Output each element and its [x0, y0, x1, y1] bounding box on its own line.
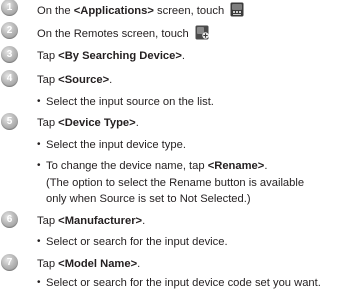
add-remote-icon — [195, 25, 209, 40]
step-text: Tap <Source>. — [37, 74, 113, 86]
bullet-dot: • — [37, 139, 41, 150]
step-number-badge: 6 — [1, 211, 18, 228]
remote-app-icon — [230, 2, 244, 17]
bullet-text: To change the device name, tap <Rename>. — [46, 160, 268, 172]
step-text: Tap <Manufacturer>. — [37, 215, 146, 227]
step-number-badge: 4 — [1, 70, 18, 87]
bullet-text: Select or search for the input device. — [46, 236, 228, 248]
step-number-badge: 5 — [1, 113, 18, 130]
bullet-text: Select the input source on the list. — [46, 96, 214, 108]
step-number-badge: 2 — [1, 22, 18, 39]
bullet-dot: • — [37, 96, 41, 107]
step-number-badge: 7 — [1, 254, 18, 271]
step-text: Tap <Model Name>. — [37, 258, 141, 270]
step-number-badge: 3 — [1, 46, 18, 63]
step-text: On the Remotes screen, touch — [37, 25, 209, 41]
note-text: (The option to select the Rename button … — [46, 177, 305, 189]
step-text: On the <Applications> screen, touch — [37, 2, 244, 18]
step-text: Tap <By Searching Device>. — [37, 50, 186, 62]
bullet-dot: • — [37, 236, 41, 247]
note-text: only when Source is set to Not Selected.… — [46, 193, 251, 205]
step-number-badge: 1 — [1, 0, 18, 16]
bullet-text: Select the input device type. — [46, 139, 186, 151]
bullet-dot: • — [37, 160, 41, 171]
step-text: Tap <Device Type>. — [37, 117, 139, 129]
